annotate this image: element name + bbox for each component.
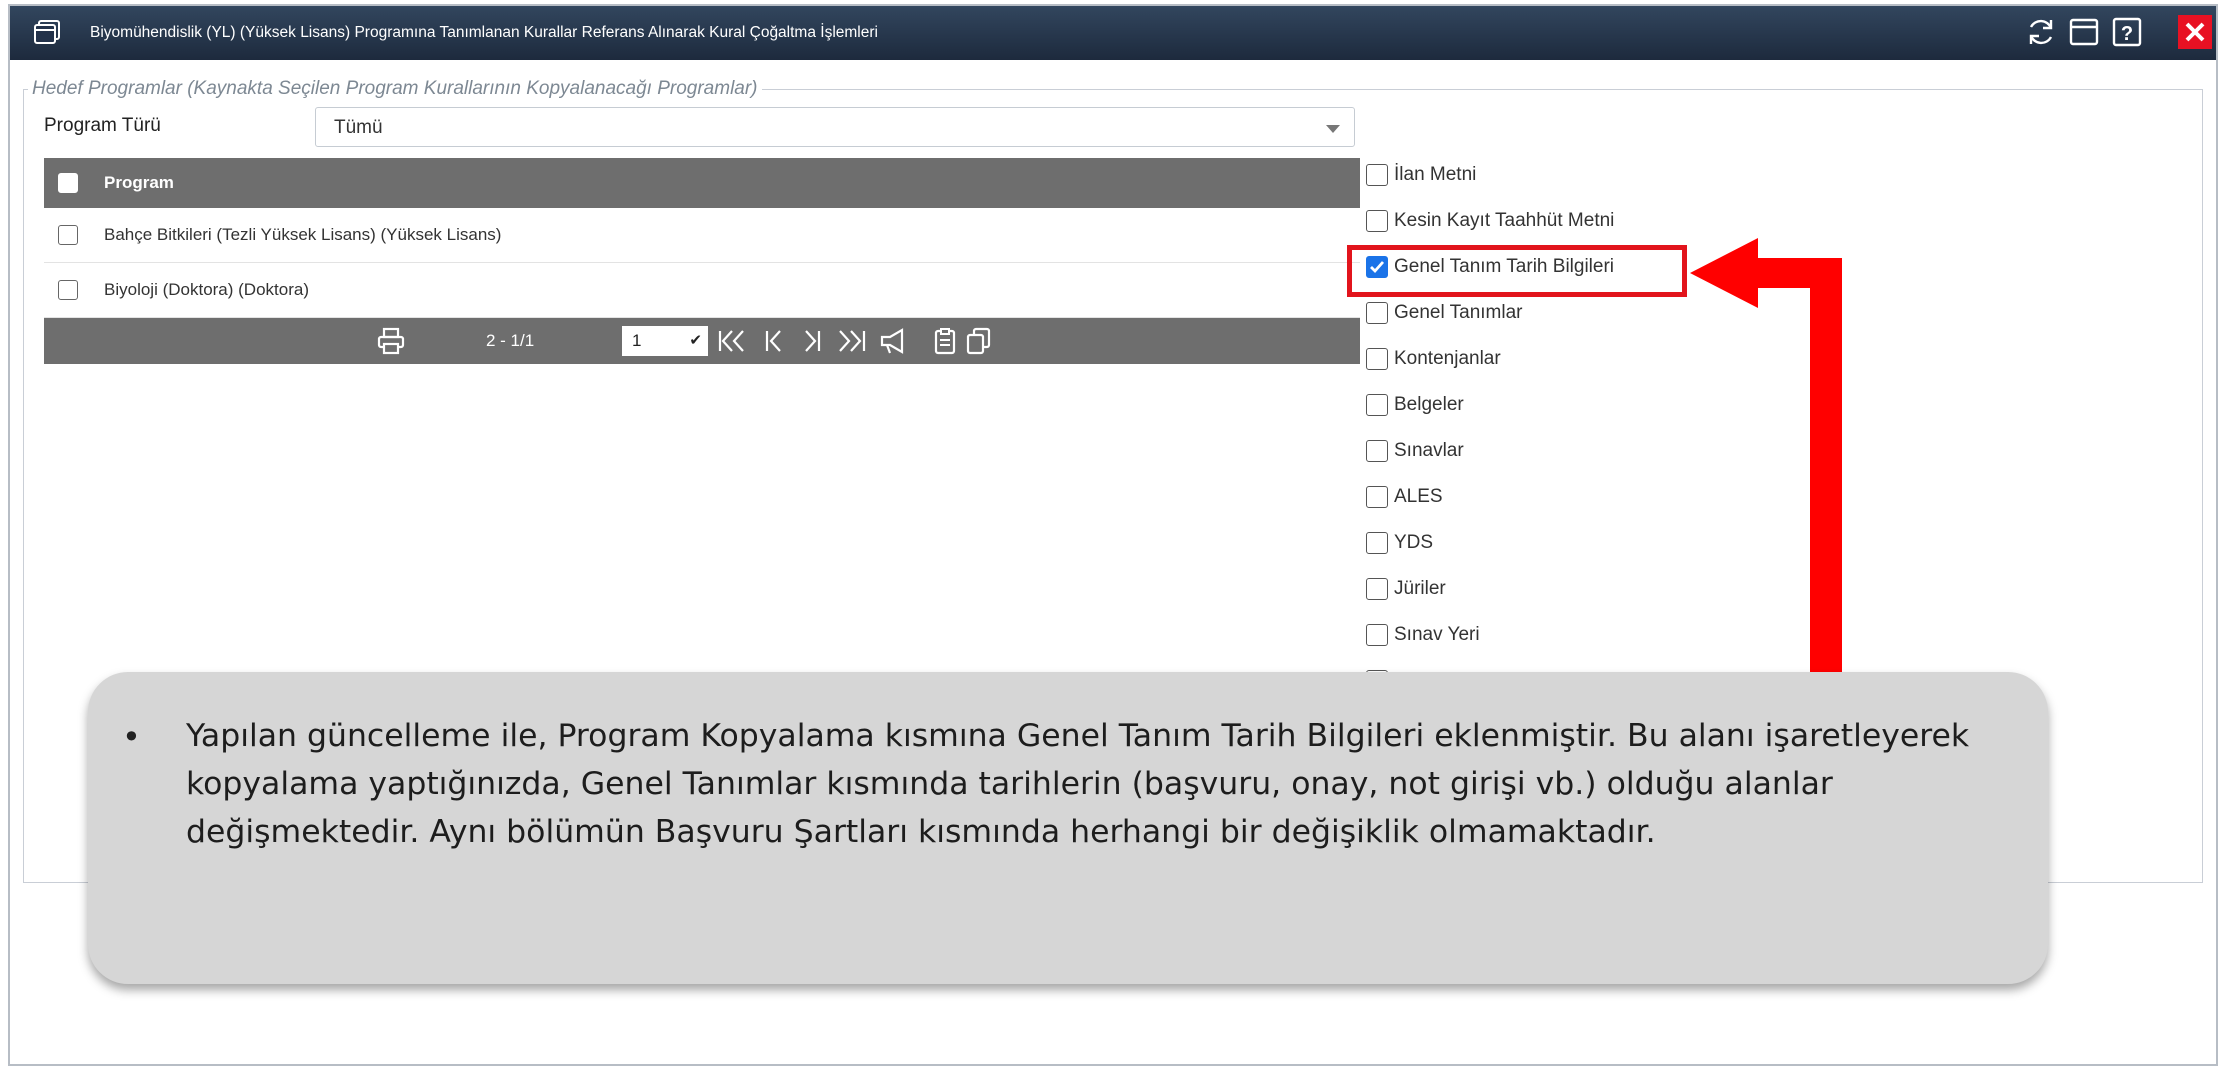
megaphone-icon[interactable] (878, 327, 910, 355)
option-sinavlar[interactable]: Sınavlar (1366, 436, 1464, 466)
row-checkbox[interactable] (58, 225, 78, 245)
red-arrow-annotation (1690, 238, 1842, 688)
copy-icon[interactable] (964, 327, 992, 355)
help-button[interactable]: ? (2110, 15, 2144, 49)
table-row[interactable]: Bahçe Bitkileri (Tezli Yüksek Lisans) (Y… (44, 208, 1360, 263)
option-ilan-metni[interactable]: İlan Metni (1366, 160, 1476, 190)
option-kesin-kayit-taahhut-metni[interactable]: Kesin Kayıt Taahhüt Metni (1366, 206, 1614, 236)
close-icon (2185, 22, 2205, 42)
option-label: İlan Metni (1394, 164, 1477, 185)
select-all-checkbox[interactable] (58, 173, 78, 193)
window-icon (34, 20, 60, 44)
clipboard-icon[interactable] (932, 327, 958, 355)
option-belgeler[interactable]: Belgeler (1366, 390, 1464, 420)
option-yds[interactable]: YDS (1366, 528, 1433, 558)
close-button[interactable] (2178, 15, 2212, 49)
row-checkbox[interactable] (58, 280, 78, 300)
option-checkbox[interactable] (1366, 440, 1388, 462)
option-ales[interactable]: ALES (1366, 482, 1443, 512)
last-page-icon[interactable] (834, 327, 868, 355)
svg-text:?: ? (2121, 23, 2133, 45)
grid-pager: 2 - 1/1 1 ✔ (44, 318, 1360, 364)
option-checkbox[interactable] (1366, 210, 1388, 232)
maximize-button[interactable] (2067, 15, 2101, 49)
maximize-icon (2069, 18, 2099, 46)
option-label: Genel Tanımlar (1394, 302, 1523, 323)
page-select-value: 1 (632, 331, 642, 350)
chevron-down-icon: ✔ (689, 332, 702, 349)
option-checkbox[interactable] (1366, 164, 1388, 186)
option-checkbox[interactable] (1366, 486, 1388, 508)
option-label: ALES (1394, 486, 1443, 507)
program-type-value: Tümü (334, 117, 383, 138)
option-label: Kesin Kayıt Taahhüt Metni (1394, 210, 1615, 231)
option-label: YDS (1394, 532, 1434, 553)
next-page-icon[interactable] (800, 327, 824, 355)
option-genel-tanimlar[interactable]: Genel Tanımlar (1366, 298, 1523, 328)
program-type-label: Program Türü (44, 115, 161, 136)
option-kontenjanlar[interactable]: Kontenjanlar (1366, 344, 1501, 374)
help-icon: ? (2112, 17, 2142, 47)
print-icon[interactable] (376, 327, 406, 355)
option-label: Belgeler (1394, 394, 1464, 415)
title-bar: Biyomühendislik (YL) (Yüksek Lisans) Pro… (10, 6, 2216, 60)
option-checkbox[interactable] (1366, 578, 1388, 600)
info-callout: • Yapılan güncelleme ile, Program Kopyal… (88, 672, 2048, 984)
pager-info: 2 - 1/1 (486, 331, 535, 350)
option-checkbox[interactable] (1366, 394, 1388, 416)
first-page-icon[interactable] (716, 327, 750, 355)
option-label: Sınavlar (1394, 440, 1464, 461)
option-checkbox[interactable] (1366, 624, 1388, 646)
program-name: Bahçe Bitkileri (Tezli Yüksek Lisans) (Y… (104, 225, 502, 244)
grid-header: Program (44, 158, 1360, 208)
window-title: Biyomühendislik (YL) (Yüksek Lisans) Pro… (90, 24, 878, 41)
dropdown-arrow-icon (1326, 125, 1340, 133)
previous-page-icon[interactable] (762, 327, 786, 355)
callout-bullet: • (122, 718, 141, 756)
page-select[interactable]: 1 ✔ (622, 326, 708, 356)
option-checkbox[interactable] (1366, 532, 1388, 554)
callout-text: Yapılan güncelleme ile, Program Kopyalam… (186, 718, 1970, 850)
refresh-icon (2029, 19, 2053, 45)
target-programs-legend: Hedef Programlar (Kaynakta Seçilen Progr… (32, 78, 758, 99)
program-type-select[interactable]: Tümü (315, 107, 1355, 147)
grid-header-program: Program (104, 173, 174, 192)
option-sinav-yeri[interactable]: Sınav Yeri (1366, 620, 1480, 650)
option-juriler[interactable]: Jüriler (1366, 574, 1446, 604)
table-row[interactable]: Biyoloji (Doktora) (Doktora) (44, 263, 1360, 318)
option-label: Sınav Yeri (1394, 624, 1480, 645)
option-checkbox[interactable] (1366, 348, 1388, 370)
option-label: Jüriler (1394, 578, 1446, 599)
highlight-frame (1347, 245, 1687, 297)
refresh-button[interactable] (2024, 15, 2058, 49)
option-label: Kontenjanlar (1394, 348, 1501, 369)
option-checkbox[interactable] (1366, 302, 1388, 324)
program-name: Biyoloji (Doktora) (Doktora) (104, 280, 309, 299)
programs-grid: Program Bahçe Bitkileri (Tezli Yüksek Li… (44, 158, 1360, 364)
